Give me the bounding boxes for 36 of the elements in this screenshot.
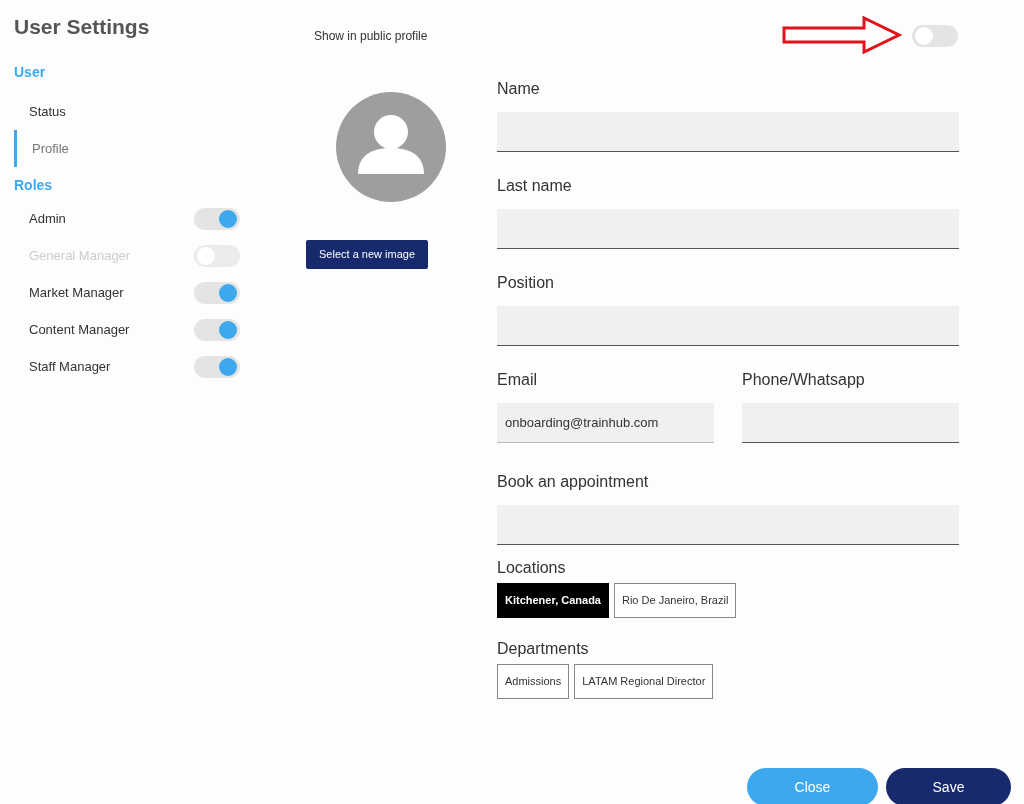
sidebar-item[interactable]: Status (14, 93, 260, 130)
chip-button[interactable]: Kitchener, Canada (497, 583, 609, 618)
text-field[interactable] (742, 403, 959, 443)
text-field[interactable] (497, 505, 959, 545)
role-label: Content Manager (29, 320, 130, 339)
chip-button[interactable]: Admissions (497, 664, 570, 699)
save-button[interactable]: Save (886, 768, 1011, 804)
toggle-switch[interactable] (194, 281, 240, 304)
field-label: Name (497, 79, 541, 99)
public-profile-label: Show in public profile (314, 28, 429, 45)
section-heading: User (14, 63, 47, 82)
page-title: User Settings (14, 14, 151, 40)
toggle-switch[interactable] (194, 207, 240, 230)
avatar-placeholder-icon (336, 92, 446, 202)
field-label: Position (497, 273, 555, 293)
field-label: Email (497, 370, 538, 390)
field-label: Book an appointment (497, 472, 650, 492)
toggle-switch[interactable] (194, 355, 240, 378)
section-label: Departments (497, 639, 590, 659)
field-label: Last name (497, 176, 573, 196)
text-field[interactable] (497, 306, 959, 346)
section-label: Locations (497, 558, 567, 578)
role-label: Market Manager (29, 283, 124, 302)
toggle-switch[interactable] (194, 318, 240, 341)
chip-button[interactable]: LATAM Regional Director (574, 664, 714, 699)
role-label: Staff Manager (29, 357, 111, 376)
text-field[interactable]: onboarding@trainhub.com (497, 403, 714, 443)
chip-button[interactable]: Rio De Janeiro, Brazil (614, 583, 737, 618)
select-image-button[interactable]: Select a new image (306, 240, 428, 269)
section-heading: Roles (14, 176, 54, 195)
field-label: Phone/Whatsapp (742, 370, 866, 390)
text-field[interactable] (497, 112, 959, 152)
text-field[interactable] (497, 209, 959, 249)
sidebar-item[interactable]: Profile (14, 130, 260, 167)
public-profile-toggle[interactable] (912, 25, 958, 47)
role-label: Admin (29, 209, 66, 228)
